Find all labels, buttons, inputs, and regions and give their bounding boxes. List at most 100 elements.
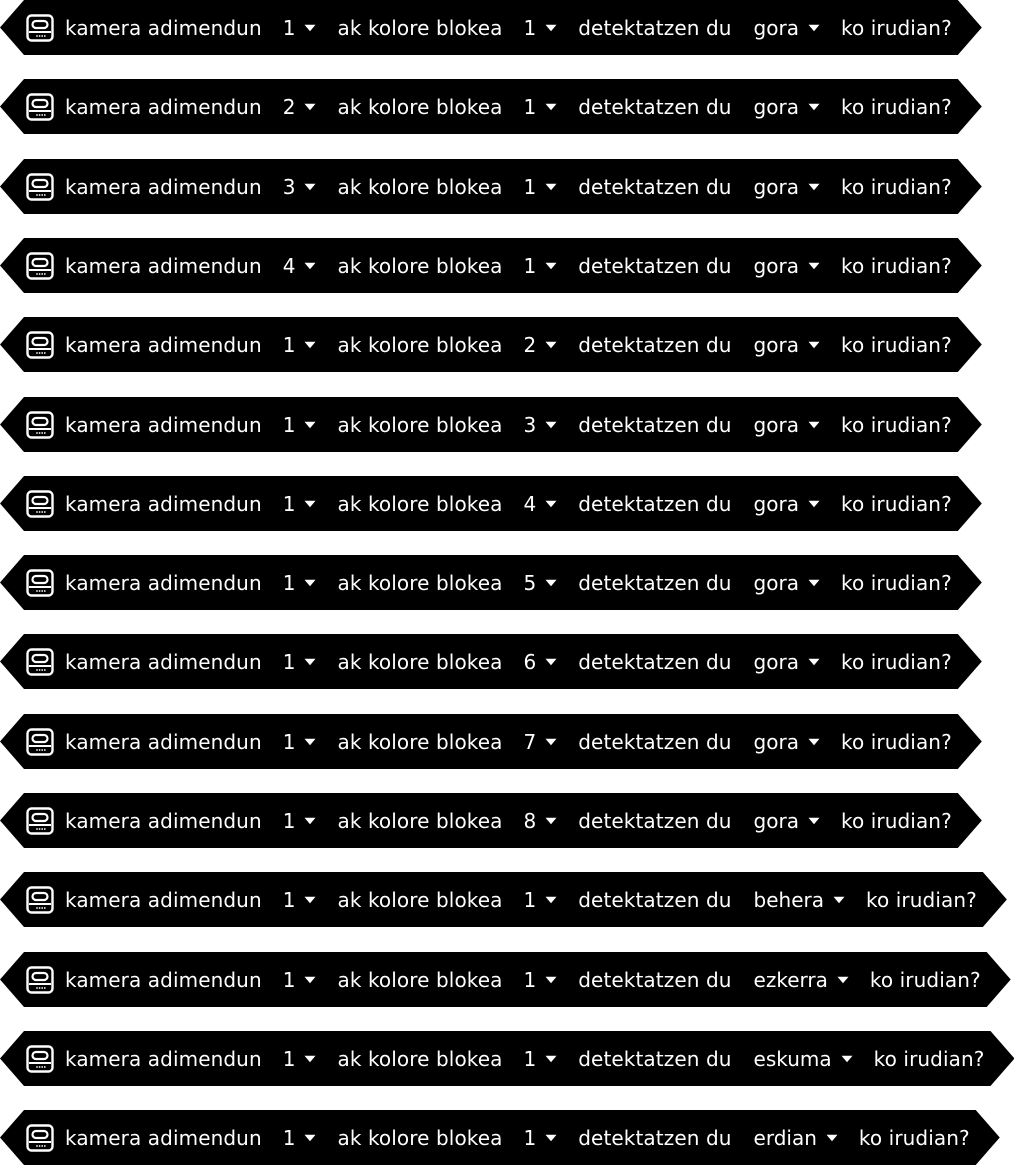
color-block-dropdown[interactable]: 6 bbox=[524, 652, 558, 672]
camera-dropdown[interactable]: 1 bbox=[283, 494, 317, 514]
block-label-camera: kamera adimendun bbox=[65, 253, 262, 278]
camera-dropdown[interactable]: 4 bbox=[283, 256, 317, 276]
camera-dropdown-value: 3 bbox=[282, 174, 296, 199]
direction-dropdown[interactable]: gora bbox=[754, 335, 820, 355]
color-block-dropdown-value: 8 bbox=[523, 808, 537, 833]
block-label-camera: kamera adimendun bbox=[65, 332, 262, 357]
color-block-dropdown-value: 3 bbox=[523, 412, 537, 437]
block-label-in-image: ko irudian? bbox=[840, 15, 952, 40]
camera-dropdown[interactable]: 2 bbox=[283, 97, 317, 117]
color-block-dropdown[interactable]: 1 bbox=[524, 890, 558, 910]
block-label-color-block: ak kolore blokea bbox=[337, 808, 503, 833]
smart-camera-icon bbox=[26, 886, 54, 914]
camera-dropdown[interactable]: 1 bbox=[283, 811, 317, 831]
color-block-dropdown[interactable]: 1 bbox=[524, 1128, 558, 1148]
caret-down-icon bbox=[304, 1134, 316, 1142]
direction-dropdown[interactable]: erdian bbox=[754, 1128, 838, 1148]
direction-dropdown[interactable]: gora bbox=[754, 811, 820, 831]
camera-dropdown[interactable]: 1 bbox=[283, 1049, 317, 1069]
block-label-color-block: ak kolore blokea bbox=[337, 253, 503, 278]
direction-dropdown[interactable]: behera bbox=[754, 890, 845, 910]
direction-dropdown[interactable]: gora bbox=[754, 97, 820, 117]
camera-color-block[interactable]: kamera adimendun 4 ak kolore blokea 1 de… bbox=[0, 238, 982, 293]
camera-color-block[interactable]: kamera adimendun 1 ak kolore blokea 1 de… bbox=[0, 1031, 1014, 1086]
camera-color-block[interactable]: kamera adimendun 3 ak kolore blokea 1 de… bbox=[0, 159, 982, 214]
camera-dropdown[interactable]: 1 bbox=[283, 335, 317, 355]
color-block-dropdown-value: 1 bbox=[523, 174, 537, 199]
camera-dropdown[interactable]: 1 bbox=[283, 890, 317, 910]
smart-camera-icon bbox=[26, 411, 54, 439]
caret-down-icon bbox=[304, 262, 316, 270]
block-workspace: kamera adimendun 1 ak kolore blokea 1 de… bbox=[0, 0, 1035, 1164]
color-block-dropdown[interactable]: 8 bbox=[524, 811, 558, 831]
block-label-in-image: ko irudian? bbox=[840, 570, 952, 595]
direction-dropdown[interactable]: eskuma bbox=[754, 1049, 853, 1069]
color-block-dropdown[interactable]: 5 bbox=[524, 573, 558, 593]
camera-color-block[interactable]: kamera adimendun 2 ak kolore blokea 1 de… bbox=[0, 79, 982, 134]
color-block-dropdown-value: 1 bbox=[523, 967, 537, 992]
block-label-color-block: ak kolore blokea bbox=[337, 649, 503, 674]
direction-dropdown[interactable]: gora bbox=[754, 573, 820, 593]
camera-dropdown[interactable]: 1 bbox=[283, 1128, 317, 1148]
camera-color-block[interactable]: kamera adimendun 1 ak kolore blokea 1 de… bbox=[0, 872, 1007, 927]
color-block-dropdown[interactable]: 1 bbox=[524, 970, 558, 990]
block-label-detects: detektatzen du bbox=[578, 253, 732, 278]
caret-down-icon bbox=[545, 896, 557, 904]
camera-color-block[interactable]: kamera adimendun 1 ak kolore blokea 8 de… bbox=[0, 793, 982, 848]
direction-dropdown[interactable]: gora bbox=[754, 415, 820, 435]
camera-color-block[interactable]: kamera adimendun 1 ak kolore blokea 7 de… bbox=[0, 714, 982, 769]
color-block-dropdown[interactable]: 3 bbox=[524, 415, 558, 435]
camera-color-block[interactable]: kamera adimendun 1 ak kolore blokea 3 de… bbox=[0, 397, 982, 452]
direction-dropdown-value: gora bbox=[753, 491, 799, 516]
camera-dropdown-value: 1 bbox=[282, 332, 296, 357]
color-block-dropdown[interactable]: 1 bbox=[524, 177, 558, 197]
smart-camera-icon bbox=[26, 1045, 54, 1073]
camera-color-block[interactable]: kamera adimendun 1 ak kolore blokea 2 de… bbox=[0, 317, 982, 372]
direction-dropdown[interactable]: gora bbox=[754, 494, 820, 514]
color-block-dropdown[interactable]: 2 bbox=[524, 335, 558, 355]
block-label-color-block: ak kolore blokea bbox=[337, 1046, 503, 1071]
camera-dropdown[interactable]: 1 bbox=[283, 732, 317, 752]
direction-dropdown-value: gora bbox=[753, 412, 799, 437]
direction-dropdown-value: gora bbox=[753, 253, 799, 278]
block-label-color-block: ak kolore blokea bbox=[337, 729, 503, 754]
color-block-dropdown[interactable]: 7 bbox=[524, 732, 558, 752]
smart-camera-icon bbox=[26, 252, 54, 280]
caret-down-icon bbox=[304, 738, 316, 746]
color-block-dropdown[interactable]: 1 bbox=[524, 18, 558, 38]
camera-dropdown[interactable]: 1 bbox=[283, 18, 317, 38]
direction-dropdown[interactable]: gora bbox=[754, 18, 820, 38]
camera-dropdown[interactable]: 3 bbox=[283, 177, 317, 197]
camera-color-block[interactable]: kamera adimendun 1 ak kolore blokea 4 de… bbox=[0, 476, 982, 531]
camera-dropdown[interactable]: 1 bbox=[283, 573, 317, 593]
camera-dropdown[interactable]: 1 bbox=[283, 970, 317, 990]
camera-dropdown[interactable]: 1 bbox=[283, 652, 317, 672]
block-label-detects: detektatzen du bbox=[578, 15, 732, 40]
direction-dropdown[interactable]: ezkerra bbox=[754, 970, 849, 990]
caret-down-icon bbox=[808, 103, 820, 111]
caret-down-icon bbox=[808, 817, 820, 825]
block-label-detects: detektatzen du bbox=[578, 174, 732, 199]
direction-dropdown[interactable]: gora bbox=[754, 652, 820, 672]
block-label-in-image: ko irudian? bbox=[840, 94, 952, 119]
camera-color-block[interactable]: kamera adimendun 1 ak kolore blokea 1 de… bbox=[0, 0, 982, 55]
direction-dropdown[interactable]: gora bbox=[754, 732, 820, 752]
block-label-camera: kamera adimendun bbox=[65, 967, 262, 992]
caret-down-icon bbox=[545, 579, 557, 587]
camera-color-block[interactable]: kamera adimendun 1 ak kolore blokea 6 de… bbox=[0, 634, 982, 689]
block-label-detects: detektatzen du bbox=[578, 570, 732, 595]
color-block-dropdown[interactable]: 4 bbox=[524, 494, 558, 514]
direction-dropdown[interactable]: gora bbox=[754, 177, 820, 197]
camera-color-block[interactable]: kamera adimendun 1 ak kolore blokea 1 de… bbox=[0, 952, 1011, 1007]
camera-dropdown[interactable]: 1 bbox=[283, 415, 317, 435]
camera-color-block[interactable]: kamera adimendun 1 ak kolore blokea 5 de… bbox=[0, 555, 982, 610]
block-label-detects: detektatzen du bbox=[578, 332, 732, 357]
camera-dropdown-value: 1 bbox=[282, 1046, 296, 1071]
color-block-dropdown[interactable]: 1 bbox=[524, 1049, 558, 1069]
color-block-dropdown[interactable]: 1 bbox=[524, 256, 558, 276]
direction-dropdown-value: gora bbox=[753, 15, 799, 40]
color-block-dropdown[interactable]: 1 bbox=[524, 97, 558, 117]
camera-color-block[interactable]: kamera adimendun 1 ak kolore blokea 1 de… bbox=[0, 1110, 1000, 1165]
block-label-color-block: ak kolore blokea bbox=[337, 94, 503, 119]
direction-dropdown[interactable]: gora bbox=[754, 256, 820, 276]
